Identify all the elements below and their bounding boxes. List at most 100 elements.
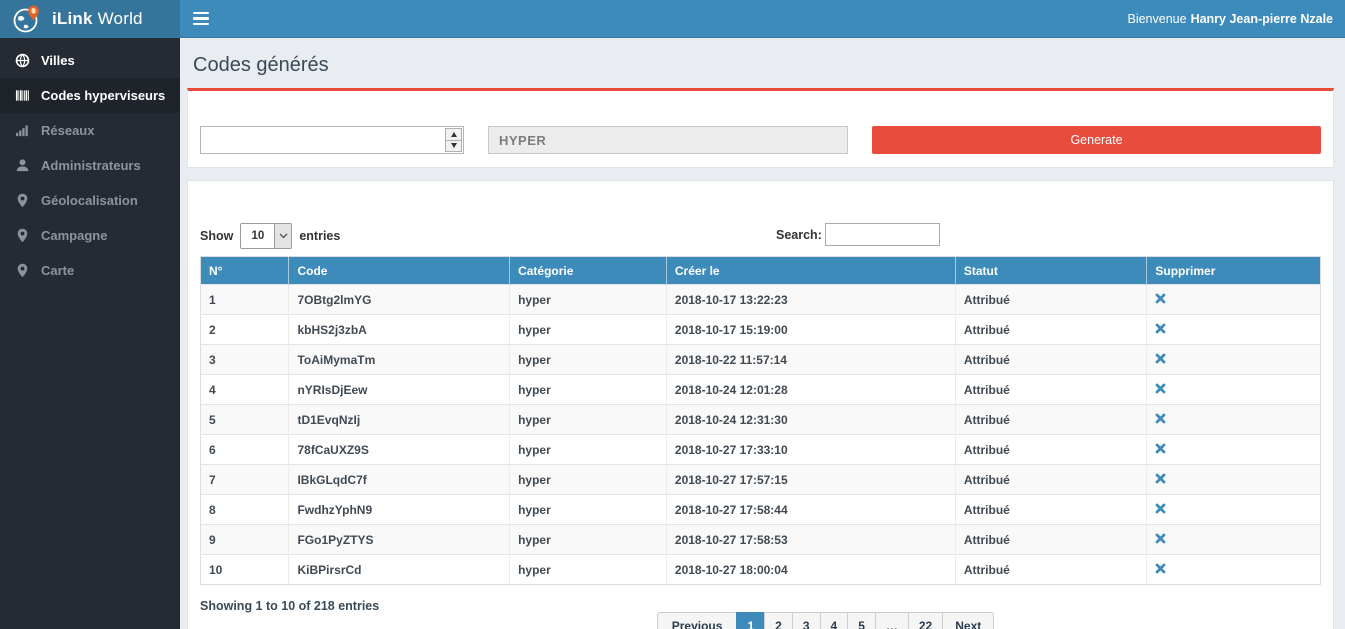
code-cell: FGo1PyZTYS	[289, 525, 510, 555]
sidebar-item-villes[interactable]: Villes	[0, 43, 180, 78]
delete-x-icon	[1155, 383, 1166, 394]
entries-summary: Showing 1 to 10 of 218 entries	[200, 599, 379, 613]
column-header-categorie[interactable]: Catégorie	[510, 257, 667, 285]
user-icon	[15, 158, 30, 173]
column-header-num[interactable]: N°	[201, 257, 289, 285]
map-marker-icon	[15, 263, 30, 278]
column-header-statut[interactable]: Statut	[955, 257, 1147, 285]
table-body: 17OBtg2lmYGhyper2018-10-17 13:22:23Attri…	[201, 285, 1321, 585]
sidebar-item-label: Codes hyperviseurs	[41, 88, 165, 103]
created-cell: 2018-10-27 17:57:15	[666, 465, 955, 495]
delete-icon[interactable]	[1155, 503, 1166, 514]
page-size-select[interactable]: 10	[240, 223, 292, 249]
pagination-page-button[interactable]: 2	[764, 612, 793, 629]
delete-icon[interactable]	[1155, 413, 1166, 424]
arrow-up-icon	[451, 132, 457, 137]
code-cell: kbHS2j3zbA	[289, 315, 510, 345]
delete-cell	[1147, 375, 1321, 405]
brand[interactable]: $ iLink World	[0, 0, 180, 37]
table-row: 17OBtg2lmYGhyper2018-10-17 13:22:23Attri…	[201, 285, 1321, 315]
generate-button[interactable]: Generate	[872, 126, 1321, 154]
pagination-page-button[interactable]: 1	[736, 612, 765, 629]
delete-cell	[1147, 435, 1321, 465]
row-number-cell: 1	[201, 285, 289, 315]
table-row: 4nYRIsDjEewhyper2018-10-24 12:01:28Attri…	[201, 375, 1321, 405]
search-label: Search:	[776, 228, 822, 242]
pagination-page-button[interactable]: 3	[792, 612, 821, 629]
pagination-page-button[interactable]: 5	[847, 612, 876, 629]
sidebar-item-geolocalisation[interactable]: Géolocalisation	[0, 183, 180, 218]
search-input[interactable]	[825, 223, 940, 246]
pagination-next-button[interactable]: Next	[942, 612, 994, 629]
main-content: Codes générés HYPER Generate Show 10 ent…	[180, 38, 1345, 629]
column-header-creer-le[interactable]: Créer le	[666, 257, 955, 285]
delete-x-icon	[1155, 413, 1166, 424]
delete-icon[interactable]	[1155, 293, 1166, 304]
status-cell: Attribué	[955, 465, 1147, 495]
table-row: 678fCaUXZ9Shyper2018-10-27 17:33:10Attri…	[201, 435, 1321, 465]
column-header-code[interactable]: Code	[289, 257, 510, 285]
sidebar-item-carte[interactable]: Carte	[0, 253, 180, 288]
column-header-supprimer[interactable]: Supprimer	[1147, 257, 1321, 285]
pagination-page-button[interactable]: 22	[908, 612, 943, 629]
number-spinner	[445, 128, 462, 152]
spinner-down-button[interactable]	[445, 141, 462, 153]
barcode-icon	[15, 88, 30, 103]
category-cell: hyper	[510, 555, 667, 585]
show-label: Show	[200, 229, 233, 243]
status-cell: Attribué	[955, 315, 1147, 345]
created-cell: 2018-10-27 17:58:44	[666, 495, 955, 525]
category-cell: hyper	[510, 285, 667, 315]
delete-x-icon	[1155, 533, 1166, 544]
created-cell: 2018-10-27 18:00:04	[666, 555, 955, 585]
codes-table-panel: Show 10 entries Search:	[187, 180, 1334, 629]
table-row: 8FwdhzYphN9hyper2018-10-27 17:58:44Attri…	[201, 495, 1321, 525]
pagination: Previous12345…22Next	[330, 599, 1321, 629]
delete-icon[interactable]	[1155, 443, 1166, 454]
sidebar-item-codes-hyperviseurs[interactable]: Codes hyperviseurs	[0, 78, 180, 113]
code-cell: 78fCaUXZ9S	[289, 435, 510, 465]
created-cell: 2018-10-27 17:58:53	[666, 525, 955, 555]
sidebar-item-administrateurs[interactable]: Administrateurs	[0, 148, 180, 183]
spinner-up-button[interactable]	[445, 128, 462, 141]
delete-cell	[1147, 555, 1321, 585]
table-controls: Show 10 entries Search:	[200, 223, 1321, 249]
globe-icon	[15, 53, 30, 68]
search-control: Search:	[776, 223, 940, 246]
category-cell: hyper	[510, 315, 667, 345]
row-number-cell: 10	[201, 555, 289, 585]
category-cell: hyper	[510, 525, 667, 555]
delete-icon[interactable]	[1155, 353, 1166, 364]
delete-icon[interactable]	[1155, 533, 1166, 544]
user-name: Hanry Jean-pierre Nzale	[1191, 12, 1333, 26]
pagination-previous-button[interactable]: Previous	[657, 612, 738, 629]
row-number-cell: 9	[201, 525, 289, 555]
row-number-cell: 4	[201, 375, 289, 405]
delete-cell	[1147, 285, 1321, 315]
row-number-cell: 2	[201, 315, 289, 345]
sidebar-item-label: Réseaux	[41, 123, 94, 138]
pagination-page-button[interactable]: 4	[820, 612, 849, 629]
delete-icon[interactable]	[1155, 473, 1166, 484]
status-cell: Attribué	[955, 525, 1147, 555]
code-cell: tD1EvqNzIj	[289, 405, 510, 435]
delete-x-icon	[1155, 293, 1166, 304]
sidebar-item-reseaux[interactable]: Réseaux	[0, 113, 180, 148]
quantity-input[interactable]	[200, 126, 464, 154]
delete-x-icon	[1155, 443, 1166, 454]
sidebar-item-campagne[interactable]: Campagne	[0, 218, 180, 253]
delete-icon[interactable]	[1155, 323, 1166, 334]
table-row: 2kbHS2j3zbAhyper2018-10-17 15:19:00Attri…	[201, 315, 1321, 345]
table-row: 7IBkGLqdC7fhyper2018-10-27 17:57:15Attri…	[201, 465, 1321, 495]
created-cell: 2018-10-22 11:57:14	[666, 345, 955, 375]
topbar: $ iLink World Bienvenue Hanry Jean-pierr…	[0, 0, 1345, 38]
delete-cell	[1147, 465, 1321, 495]
delete-x-icon	[1155, 323, 1166, 334]
delete-x-icon	[1155, 563, 1166, 574]
delete-icon[interactable]	[1155, 383, 1166, 394]
code-cell: FwdhzYphN9	[289, 495, 510, 525]
delete-icon[interactable]	[1155, 563, 1166, 574]
hamburger-menu-icon[interactable]	[193, 0, 209, 37]
table-row: 10KiBPirsrCdhyper2018-10-27 18:00:04Attr…	[201, 555, 1321, 585]
pagination-ellipsis: …	[875, 612, 909, 629]
